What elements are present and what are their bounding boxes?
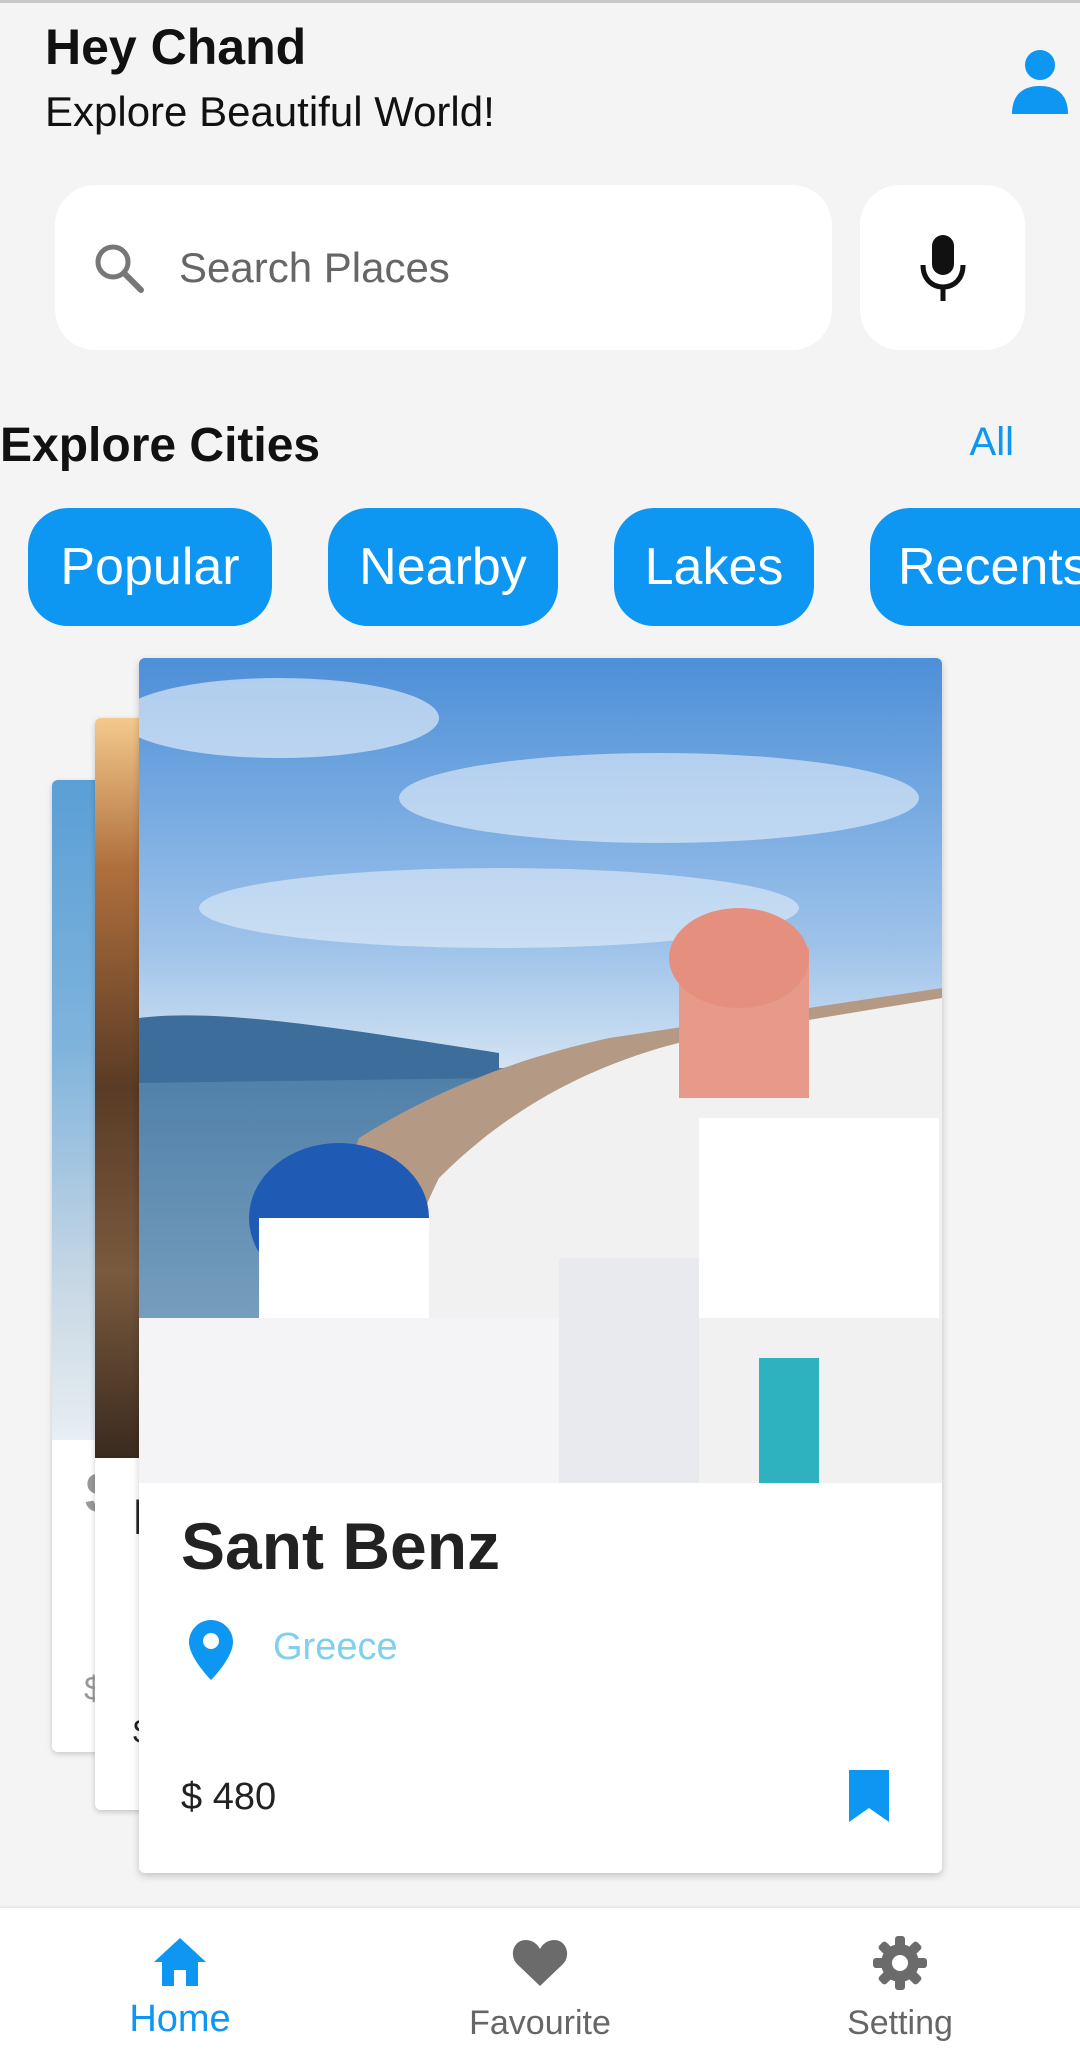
search-bar[interactable] bbox=[55, 185, 832, 350]
home-icon bbox=[154, 1938, 206, 1986]
gear-icon bbox=[873, 1936, 927, 1990]
nav-home[interactable]: Home bbox=[60, 1908, 300, 2060]
chip-popular[interactable]: Popular bbox=[28, 508, 272, 626]
nav-favourite[interactable]: Favourite bbox=[420, 1908, 660, 2060]
category-chips: Popular Nearby Lakes Recents bbox=[0, 508, 1080, 628]
location-pin-icon bbox=[189, 1620, 233, 1680]
nav-home-label: Home bbox=[129, 1998, 231, 2040]
nav-setting[interactable]: Setting bbox=[780, 1908, 1020, 2060]
city-country: Greece bbox=[273, 1626, 398, 1668]
search-icon bbox=[95, 244, 144, 293]
heart-icon bbox=[512, 1940, 568, 1986]
nav-setting-label: Setting bbox=[847, 2004, 953, 2042]
chip-nearby[interactable]: Nearby bbox=[328, 508, 558, 626]
chip-lakes[interactable]: Lakes bbox=[614, 508, 814, 626]
city-title: Sant Benz bbox=[181, 1509, 501, 1583]
person-icon[interactable] bbox=[1010, 48, 1070, 114]
nav-favourite-label: Favourite bbox=[469, 2004, 611, 2042]
search-input[interactable] bbox=[179, 243, 739, 292]
greeting-title: Hey Chand bbox=[45, 19, 307, 75]
section-title: Explore Cities bbox=[0, 419, 321, 472]
status-divider bbox=[0, 0, 1080, 3]
mic-icon bbox=[920, 234, 965, 301]
chip-recents[interactable]: Recents bbox=[870, 508, 1080, 626]
greeting-subtitle: Explore Beautiful World! bbox=[45, 88, 495, 135]
view-all-link[interactable]: All bbox=[970, 420, 1014, 465]
city-card-main[interactable]: Sant Benz Greece $ 480 bbox=[139, 658, 942, 1873]
bookmark-icon[interactable] bbox=[847, 1770, 891, 1822]
voice-search-button[interactable] bbox=[860, 185, 1025, 350]
city-photo bbox=[139, 658, 942, 1483]
bottom-navigation: Home Favourite Setting bbox=[0, 1908, 1080, 2060]
city-price: $ 480 bbox=[181, 1776, 277, 1818]
